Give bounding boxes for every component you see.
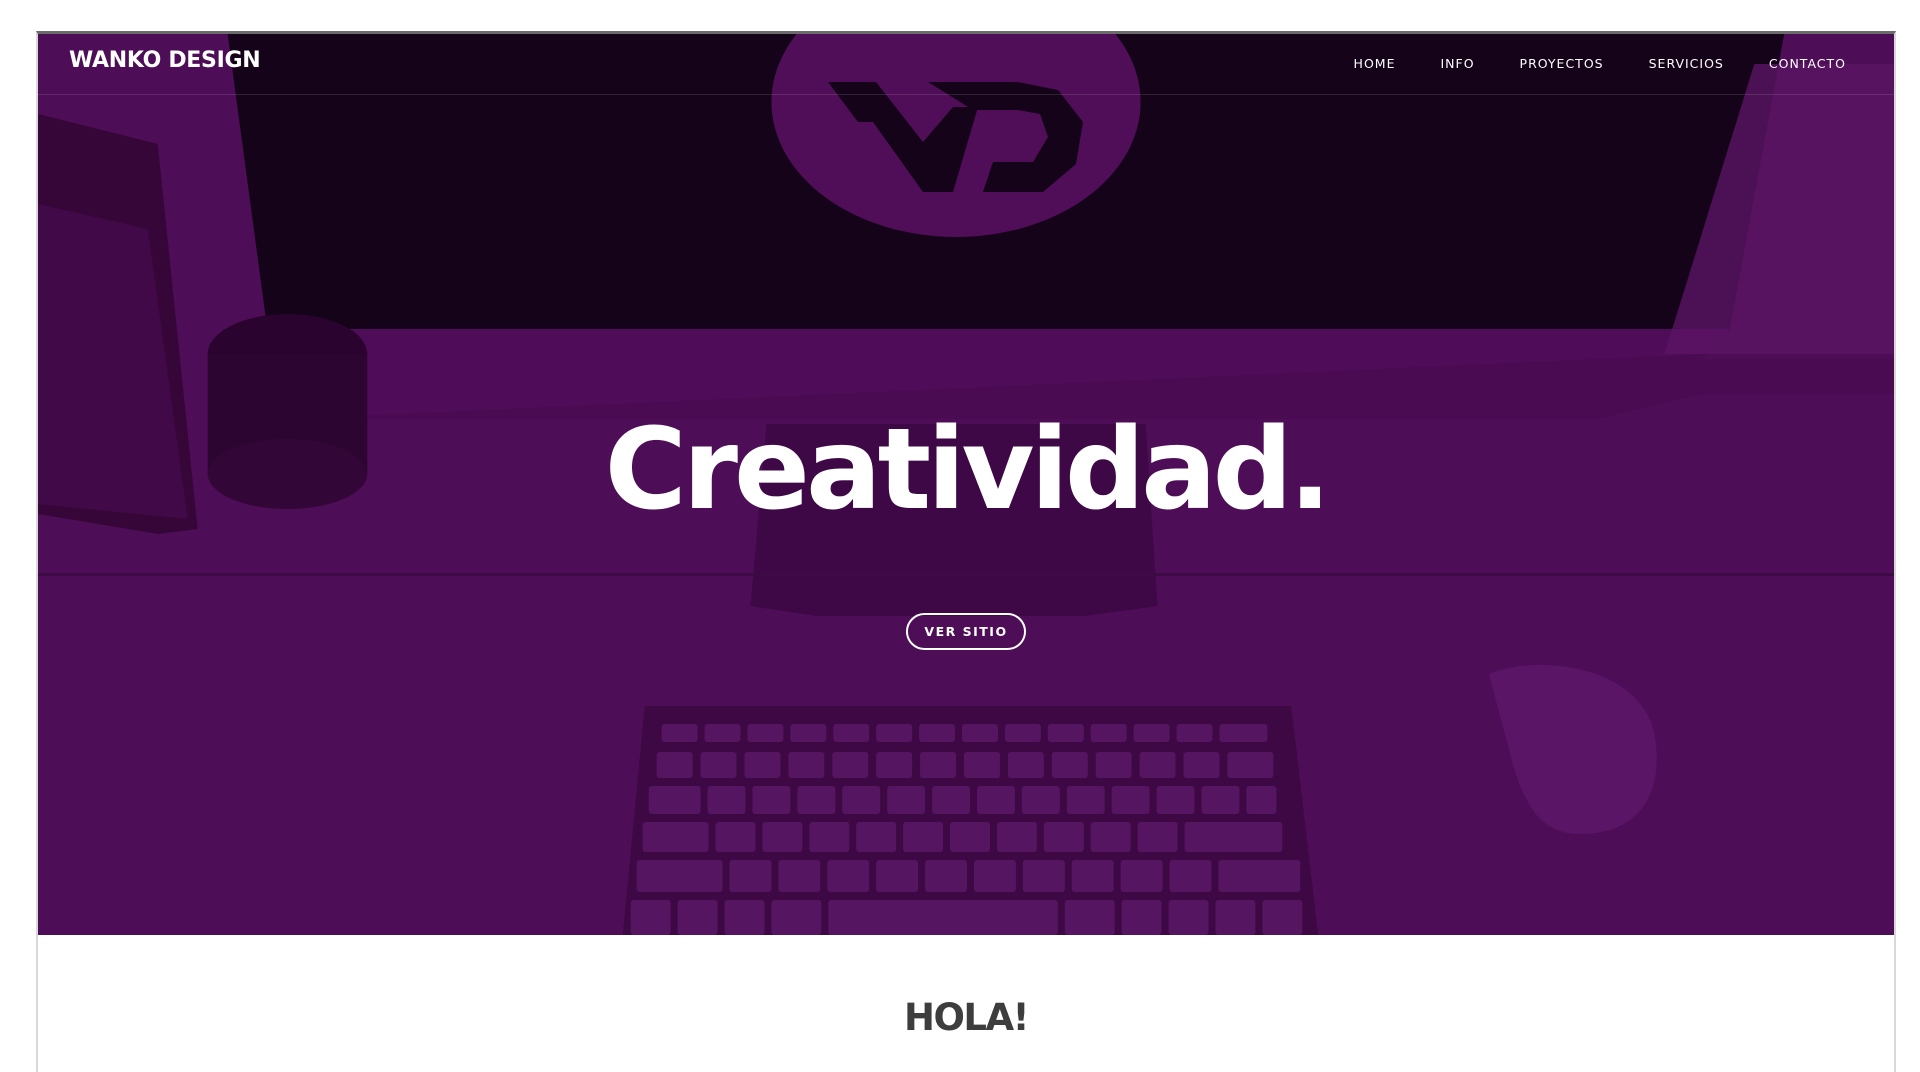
nav-item-servicios: SERVICIOS xyxy=(1649,55,1724,73)
nav-link-servicios[interactable]: SERVICIOS xyxy=(1649,56,1724,71)
hero-section: WANKO DESIGN HOME INFO PROYECTOS SERVICI… xyxy=(38,34,1894,935)
nav-link-proyectos[interactable]: PROYECTOS xyxy=(1520,56,1604,71)
nav-link-contacto[interactable]: CONTACTO xyxy=(1769,56,1846,71)
browser-frame: WANKO DESIGN HOME INFO PROYECTOS SERVICI… xyxy=(36,31,1896,1072)
ver-sitio-button[interactable]: VER SITIO xyxy=(906,613,1026,650)
top-navbar: WANKO DESIGN HOME INFO PROYECTOS SERVICI… xyxy=(38,34,1894,95)
intro-title: HOLA! xyxy=(903,996,1030,1039)
wd-logo-icon xyxy=(818,82,1083,192)
nav-item-contacto: CONTACTO xyxy=(1769,55,1846,73)
nav-item-info: INFO xyxy=(1440,55,1474,73)
nav-menu: HOME INFO PROYECTOS SERVICIOS CONTACTO xyxy=(1354,55,1846,73)
nav-link-home[interactable]: HOME xyxy=(1354,56,1396,71)
hero-title: Creatividad. xyxy=(604,405,1332,535)
nav-link-info[interactable]: INFO xyxy=(1440,56,1474,71)
nav-item-home: HOME xyxy=(1354,55,1396,73)
brand-logo[interactable]: WANKO DESIGN xyxy=(69,48,261,73)
nav-item-proyectos: PROYECTOS xyxy=(1520,55,1604,73)
intro-section: HOLA! xyxy=(38,935,1894,1072)
